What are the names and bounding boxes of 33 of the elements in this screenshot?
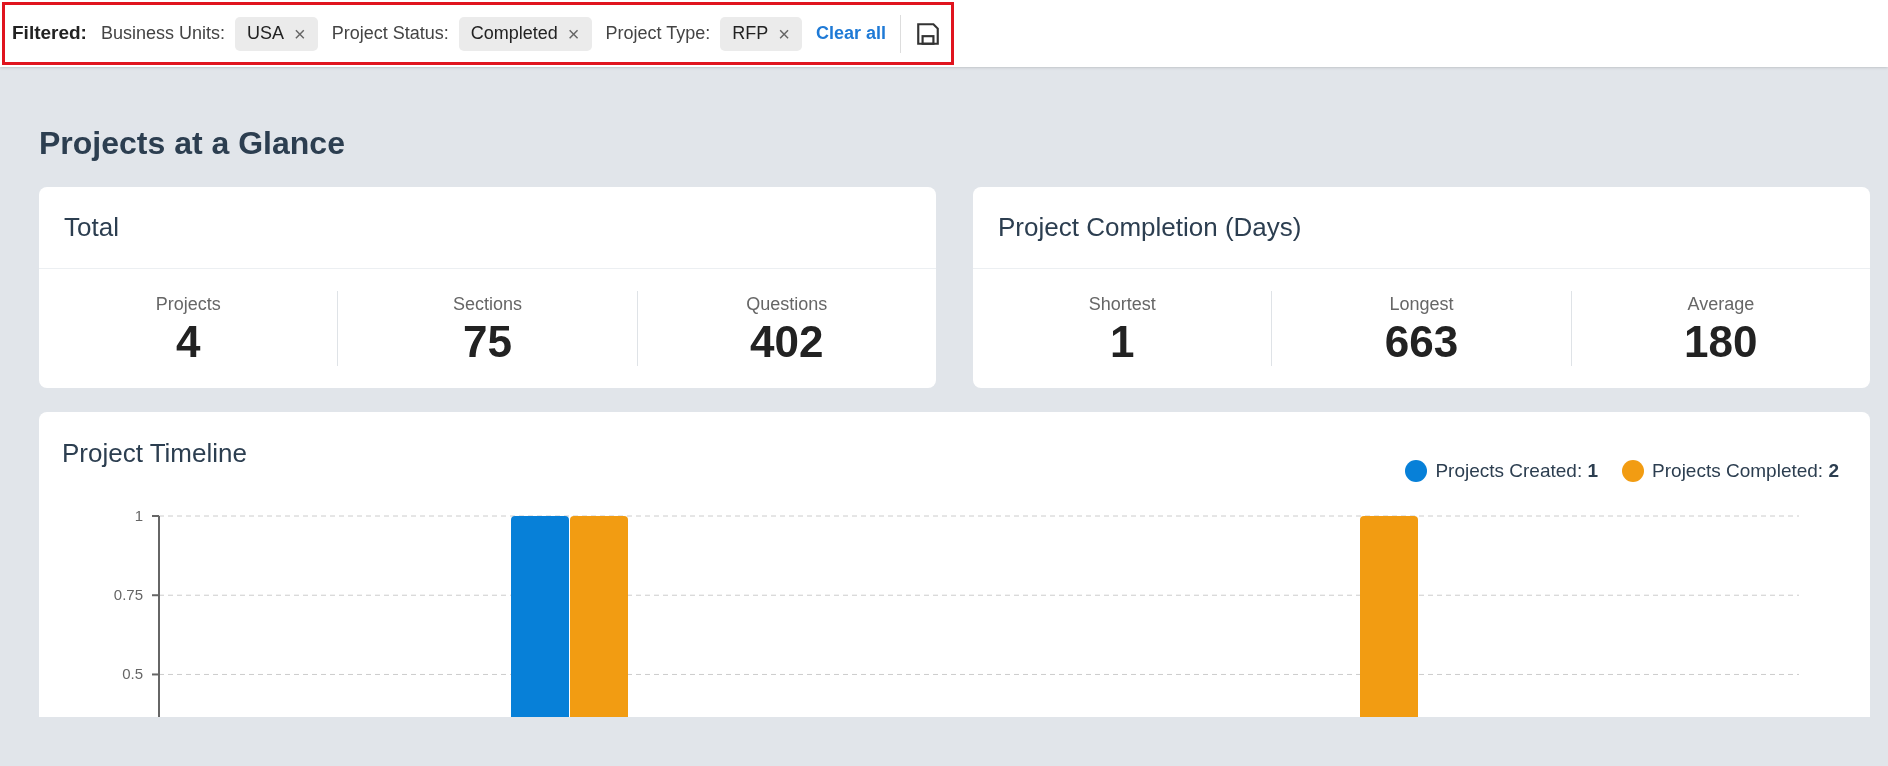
y-tick-label: 0.5 [122,664,143,682]
clear-all-link[interactable]: Clear all [815,20,886,47]
y-tick-label: 1 [134,506,143,524]
filter-name: Project Type: [605,22,711,45]
page-title: Projects at a Glance [39,124,346,163]
filter-name: Project Status: [331,22,449,45]
save-icon[interactable] [915,20,941,47]
remove-filter-button[interactable]: × [294,23,306,44]
stat-value: 4 [175,318,201,366]
card-title: Project Completion (Days) [998,211,1302,244]
legend-label: Projects Created: 1 [1435,459,1599,483]
stat-value: 663 [1384,318,1459,366]
stat-value: 1 [1109,318,1135,366]
stat-label: Sections [452,293,522,316]
stat-label: Questions [746,293,828,316]
remove-filter-button[interactable]: × [567,23,580,44]
card-title: Project Timeline [62,437,247,470]
filter-label: Filtered: [12,21,87,46]
filter-value: RFP [732,22,769,45]
stat-value: 75 [463,318,512,366]
stat-label: Shortest [1088,293,1156,316]
stat-label: Projects [155,293,221,316]
filter-name: Business Units: [100,22,225,45]
filter-value: USA [247,22,285,45]
y-tick-label: 0.75 [113,585,143,603]
stat-label: Longest [1389,293,1454,316]
stat-label: Average [1687,293,1755,316]
filter-value: Completed [470,22,558,45]
card-title: Total [64,211,119,244]
remove-filter-button[interactable]: × [778,23,790,44]
stat-value: 180 [1684,318,1758,366]
stat-value: 402 [750,318,824,366]
legend-label: Projects Completed: 2 [1652,459,1839,483]
